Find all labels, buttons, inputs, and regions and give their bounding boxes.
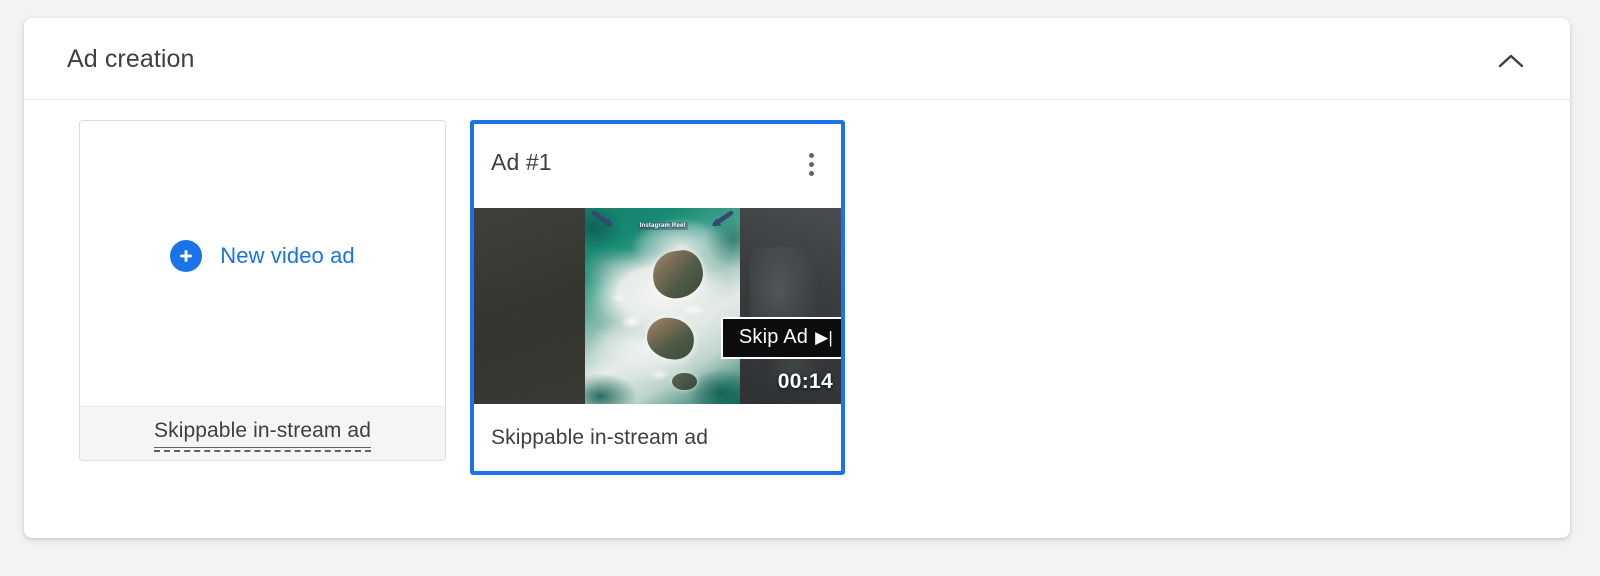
skip-ad-label: Skip Ad: [738, 326, 809, 348]
new-video-ad-card[interactable]: New video ad Skippable in-stream ad: [79, 120, 446, 461]
ad-format-label: Skippable in-stream ad: [491, 425, 708, 449]
ad-video-thumbnail[interactable]: Instagram Reel Skip Ad ▶| 00:14: [474, 208, 841, 404]
rock-shape: [671, 372, 697, 391]
thumbnail-video-frame: Instagram Reel: [585, 208, 740, 404]
new-video-ad-label: New video ad: [220, 242, 355, 268]
arrow-down-left-icon: [704, 210, 734, 232]
kebab-dot: [808, 152, 814, 158]
kebab-dot: [808, 170, 814, 176]
panel-header: Ad creation: [24, 18, 1570, 100]
video-duration-label: 00:14: [777, 370, 833, 393]
ad-format-tooltip-label[interactable]: Skippable in-stream ad: [154, 419, 371, 452]
skip-next-icon: ▶|: [815, 328, 833, 347]
ad-creation-panel: Ad creation New video ad Skippable in-st…: [24, 18, 1570, 538]
foam-layer: [585, 208, 740, 404]
ad-card-title: Ad #1: [491, 149, 552, 175]
new-video-ad-footer: Skippable in-stream ad: [80, 406, 445, 460]
instagram-reel-label: Instagram Reel: [636, 221, 689, 230]
arrow-down-right-icon: [591, 210, 621, 232]
skip-ad-button[interactable]: Skip Ad ▶|: [720, 317, 841, 359]
screen-root: Ad creation New video ad Skippable in-st…: [0, 0, 1600, 576]
ad-card-header: Ad #1: [474, 124, 841, 208]
more-vert-icon[interactable]: [794, 142, 828, 186]
chevron-up-icon: [1498, 53, 1524, 69]
ad-card-footer: Skippable in-stream ad: [474, 404, 841, 471]
new-video-ad-button[interactable]: New video ad: [80, 121, 445, 406]
kebab-dot: [808, 161, 814, 167]
panel-body: New video ad Skippable in-stream ad Ad #…: [24, 100, 1570, 537]
collapse-panel-button[interactable]: [1494, 44, 1528, 78]
thumbnail-left-letterbox: [474, 208, 585, 404]
ad-cards-row: New video ad Skippable in-stream ad Ad #…: [79, 120, 845, 475]
ad-card-1[interactable]: Ad #1 Instagram Reel Skip Ad ▶| 00:14 Sk…: [470, 120, 845, 475]
new-video-ad-inner: New video ad: [170, 239, 355, 272]
plus-icon: [170, 239, 203, 272]
page-title: Ad creation: [67, 45, 195, 73]
